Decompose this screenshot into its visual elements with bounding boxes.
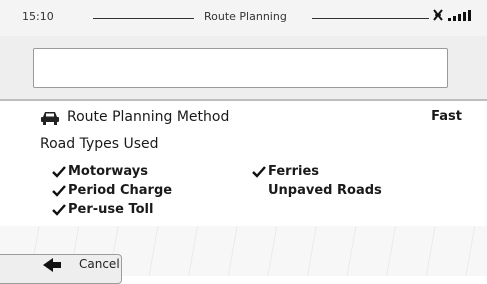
road-type-label: Ferries xyxy=(268,164,320,179)
road-types-title: Road Types Used xyxy=(40,136,159,152)
panel-divider xyxy=(0,99,487,101)
title-divider-right xyxy=(312,18,429,19)
route-input-field[interactable] xyxy=(33,48,448,88)
screen-title: Route Planning xyxy=(204,10,287,23)
cancel-button[interactable]: Cancel xyxy=(0,254,122,284)
road-type-label: Motorways xyxy=(68,164,149,179)
gps-signal-icon xyxy=(433,9,471,21)
checkmark-icon xyxy=(52,185,66,197)
road-type-label: Period Charge xyxy=(68,183,173,198)
checkmark-icon xyxy=(52,166,66,178)
clock: 15:10 xyxy=(22,10,54,23)
status-bar: 15:10 Route Planning xyxy=(0,0,487,36)
back-arrow-icon xyxy=(43,258,61,272)
route-method-value: Fast xyxy=(431,109,462,124)
route-method-row[interactable]: Route Planning Method Fast xyxy=(40,108,462,128)
title-divider-left xyxy=(93,18,194,19)
road-type-label: Per-use Toll xyxy=(68,202,154,217)
cancel-label: Cancel xyxy=(79,257,120,271)
car-icon xyxy=(41,112,59,125)
road-type-label: Unpaved Roads xyxy=(268,183,382,198)
checkmark-icon xyxy=(52,204,66,216)
route-method-label: Route Planning Method xyxy=(67,109,230,125)
checkmark-icon xyxy=(252,166,266,178)
